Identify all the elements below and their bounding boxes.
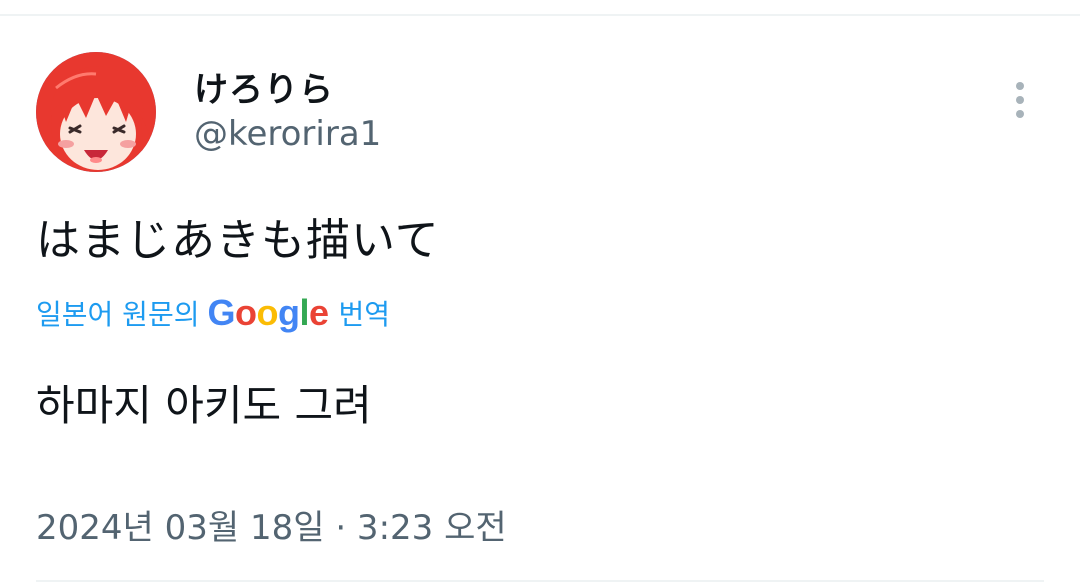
translated-text: 하마지 아키도 그려	[36, 381, 372, 430]
avatar-image	[36, 52, 156, 172]
avatar[interactable]	[36, 52, 156, 172]
translation-suffix: 번역	[338, 298, 391, 331]
top-divider	[0, 14, 1080, 16]
handle[interactable]: @kerorira1	[194, 114, 381, 154]
tweet-text: はまじあきも描いて	[36, 215, 440, 266]
display-name[interactable]: けろりら	[194, 62, 334, 111]
more-options-button[interactable]	[1002, 76, 1038, 122]
translation-source-label: 일본어 원문의	[36, 298, 200, 331]
google-logo: Google	[207, 292, 329, 333]
timestamp[interactable]: 2024년 03월 18일 · 3:23 오전	[36, 500, 507, 549]
translation-attribution[interactable]: 일본어 원문의 Google 번역	[36, 292, 390, 334]
bottom-divider	[36, 580, 1044, 582]
